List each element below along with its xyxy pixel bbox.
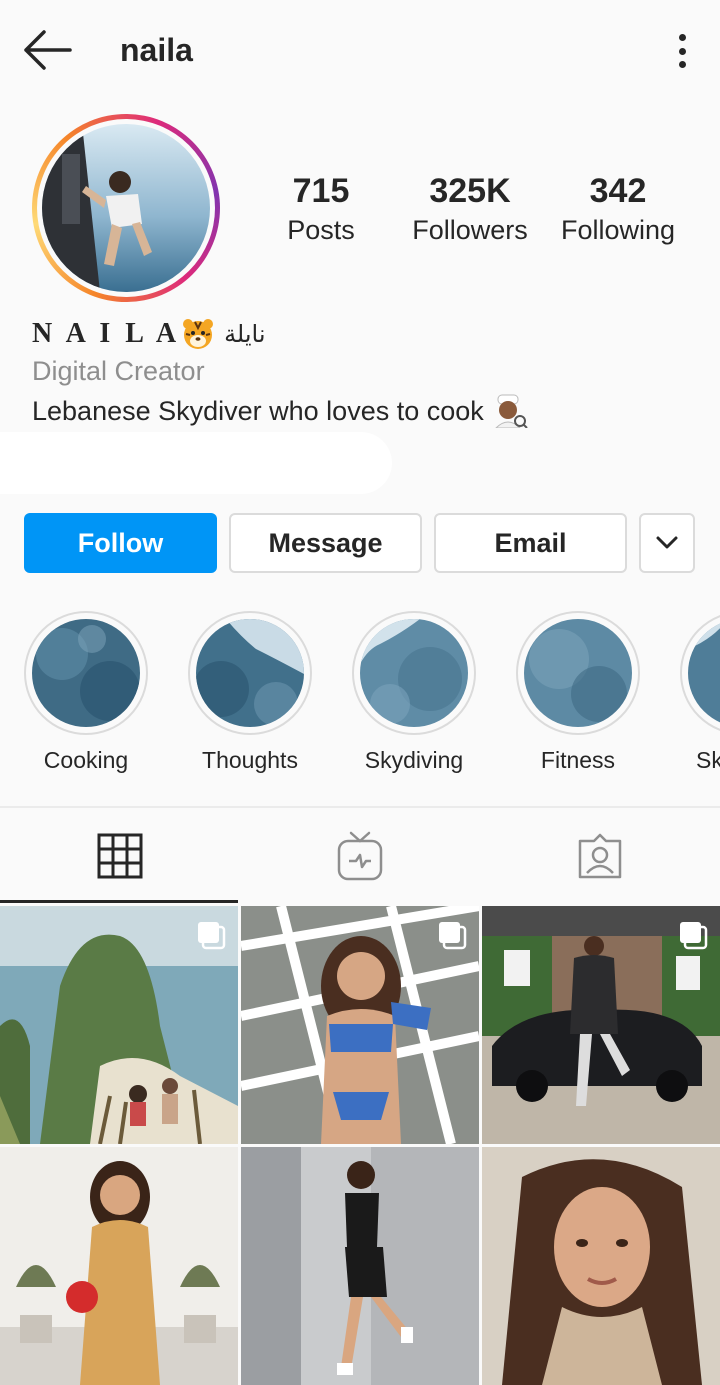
suggested-accounts-button[interactable] — [639, 513, 695, 573]
tiger-emoji-icon — [182, 318, 214, 350]
multiple-posts-icon — [680, 922, 708, 950]
highlight-thoughts[interactable]: Thoughts — [188, 611, 316, 774]
top-bar: naila — [0, 0, 720, 100]
more-options-icon[interactable] — [664, 28, 700, 74]
full-name-arabic: نايلة — [224, 320, 266, 348]
highlight-label: Thoughts — [202, 747, 298, 773]
highlight-fitness[interactable]: Fitness — [516, 611, 644, 774]
tagged-icon — [578, 833, 622, 879]
followers-value: 325K — [429, 172, 511, 210]
post-thumbnail[interactable] — [241, 906, 479, 1144]
profile-bio: Lebanese Skydiver who loves to cook — [32, 394, 528, 429]
bio-text: Lebanese Skydiver who loves to cook — [32, 395, 484, 426]
post-thumbnail[interactable] — [482, 1147, 720, 1385]
profile-username: naila — [120, 32, 193, 68]
tab-igtv[interactable] — [240, 808, 480, 904]
post-thumbnail[interactable] — [482, 906, 720, 1144]
posts-count[interactable]: 715 Posts — [241, 172, 401, 246]
message-button[interactable]: Message — [229, 513, 422, 573]
redacted-link-area — [0, 432, 392, 494]
chevron-down-icon — [656, 536, 678, 549]
back-arrow-icon[interactable] — [20, 26, 72, 74]
highlight-label: Fitness — [540, 747, 616, 773]
posts-value: 715 — [292, 172, 350, 210]
tab-grid[interactable] — [0, 808, 240, 904]
highlight-label: Skydiving — [364, 747, 464, 773]
following-label: Following — [560, 215, 676, 245]
highlight-label: Sk — [696, 747, 720, 773]
posts-label: Posts — [287, 215, 355, 245]
profile-avatar[interactable] — [32, 114, 220, 302]
follow-button[interactable]: Follow — [24, 513, 217, 573]
followers-count[interactable]: 325K Followers — [390, 172, 550, 246]
active-tab-indicator — [0, 900, 238, 903]
following-value: 342 — [589, 172, 647, 210]
highlight-partial[interactable]: Sk — [680, 611, 720, 774]
profile-full-name: N A I L A نايلة — [32, 318, 266, 350]
post-grid — [0, 906, 720, 1385]
following-count[interactable]: 342 Following — [538, 172, 698, 246]
profile-category: Digital Creator — [32, 356, 205, 386]
highlight-skydiving[interactable]: Skydiving — [352, 611, 480, 774]
igtv-icon — [337, 831, 383, 881]
followers-label: Followers — [412, 215, 528, 245]
post-thumbnail[interactable] — [0, 906, 238, 1144]
cook-emoji-icon — [492, 394, 528, 429]
post-thumbnail[interactable] — [0, 1147, 238, 1385]
tab-tagged[interactable] — [480, 808, 720, 904]
email-button[interactable]: Email — [434, 513, 627, 573]
grid-icon — [97, 833, 143, 879]
post-thumbnail[interactable] — [241, 1147, 479, 1385]
full-name-text: N A I L A — [32, 318, 181, 349]
highlight-label: Cooking — [43, 747, 129, 773]
multiple-posts-icon — [439, 922, 467, 950]
multiple-posts-icon — [198, 922, 226, 950]
highlight-cooking[interactable]: Cooking — [24, 611, 152, 774]
